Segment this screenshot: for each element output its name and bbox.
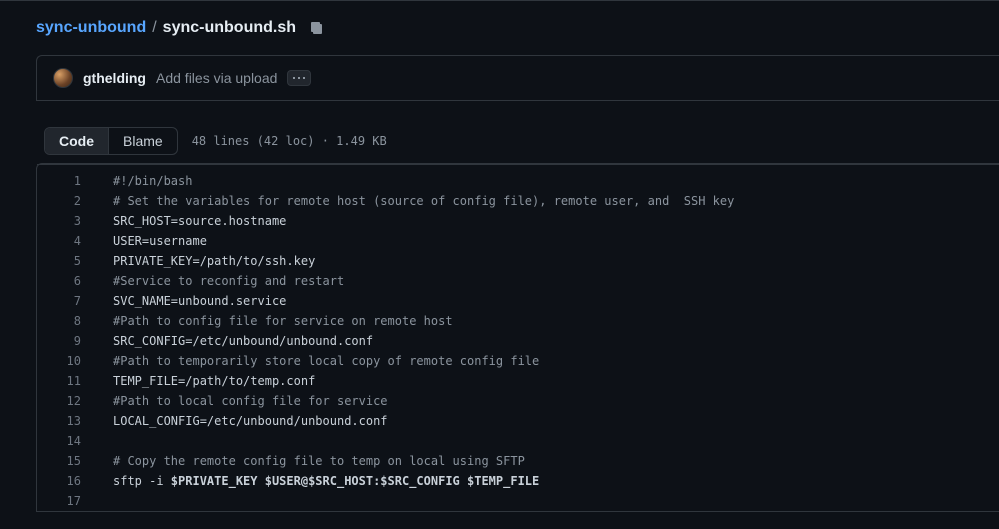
code-line[interactable]: # Copy the remote config file to temp on… xyxy=(101,451,525,471)
code-line[interactable] xyxy=(101,431,113,451)
line-number[interactable]: 17 xyxy=(37,491,101,511)
tab-code[interactable]: Code xyxy=(45,128,108,154)
line-number[interactable]: 12 xyxy=(37,391,101,411)
code-line[interactable]: #!/bin/bash xyxy=(101,171,192,191)
code-line[interactable]: # Set the variables for remote host (sou… xyxy=(101,191,734,211)
code-row: 15# Copy the remote config file to temp … xyxy=(37,451,999,471)
code-row: 5PRIVATE_KEY=/path/to/ssh.key xyxy=(37,251,999,271)
avatar[interactable] xyxy=(53,68,73,88)
code-line[interactable]: SRC_HOST=source.hostname xyxy=(101,211,286,231)
breadcrumb-separator: / xyxy=(152,19,156,37)
code-row: 7SVC_NAME=unbound.service xyxy=(37,291,999,311)
code-line[interactable] xyxy=(101,491,113,511)
line-number[interactable]: 13 xyxy=(37,411,101,431)
code-line[interactable]: USER=username xyxy=(101,231,207,251)
code-row: 8#Path to config file for service on rem… xyxy=(37,311,999,331)
code-row: 3SRC_HOST=source.hostname xyxy=(37,211,999,231)
line-number[interactable]: 6 xyxy=(37,271,101,291)
line-number[interactable]: 4 xyxy=(37,231,101,251)
code-area[interactable]: 1#!/bin/bash2# Set the variables for rem… xyxy=(37,164,999,511)
code-row: 4USER=username xyxy=(37,231,999,251)
file-info: 48 lines (42 loc) · 1.49 KB xyxy=(192,134,387,148)
code-row: 11TEMP_FILE=/path/to/temp.conf xyxy=(37,371,999,391)
code-row: 13LOCAL_CONFIG=/etc/unbound/unbound.conf xyxy=(37,411,999,431)
file-header: Code Blame 48 lines (42 loc) · 1.49 KB xyxy=(36,117,999,163)
code-row: 17 xyxy=(37,491,999,511)
line-number[interactable]: 8 xyxy=(37,311,101,331)
code-line[interactable]: SRC_CONFIG=/etc/unbound/unbound.conf xyxy=(101,331,373,351)
code-line[interactable]: #Path to local config file for service xyxy=(101,391,388,411)
code-line[interactable]: SVC_NAME=unbound.service xyxy=(101,291,286,311)
code-row: 10#Path to temporarily store local copy … xyxy=(37,351,999,371)
commit-message[interactable]: Add files via upload xyxy=(156,70,277,86)
commit-box: gthelding Add files via upload xyxy=(36,55,999,101)
ellipsis-icon xyxy=(293,76,305,80)
line-number[interactable]: 11 xyxy=(37,371,101,391)
line-number[interactable]: 5 xyxy=(37,251,101,271)
code-line[interactable]: TEMP_FILE=/path/to/temp.conf xyxy=(101,371,315,391)
line-number[interactable]: 10 xyxy=(37,351,101,371)
line-number[interactable]: 2 xyxy=(37,191,101,211)
line-number[interactable]: 9 xyxy=(37,331,101,351)
line-number[interactable]: 7 xyxy=(37,291,101,311)
commit-ellipsis-button[interactable] xyxy=(287,70,311,86)
line-number[interactable]: 1 xyxy=(37,171,101,191)
code-line[interactable]: #Service to reconfig and restart xyxy=(101,271,344,291)
breadcrumb: sync-unbound / sync-unbound.sh xyxy=(36,1,999,55)
code-row: 2# Set the variables for remote host (so… xyxy=(37,191,999,211)
copy-path-icon[interactable] xyxy=(308,20,324,36)
code-line[interactable]: #Path to temporarily store local copy of… xyxy=(101,351,539,371)
code-line[interactable]: sftp -i $PRIVATE_KEY $USER@$SRC_HOST:$SR… xyxy=(101,471,539,491)
code-row: 1#!/bin/bash xyxy=(37,171,999,191)
code-line[interactable]: PRIVATE_KEY=/path/to/ssh.key xyxy=(101,251,315,271)
line-number[interactable]: 14 xyxy=(37,431,101,451)
code-blame-tabs: Code Blame xyxy=(44,127,178,155)
code-row: 12#Path to local config file for service xyxy=(37,391,999,411)
code-box: 1#!/bin/bash2# Set the variables for rem… xyxy=(36,163,999,512)
latest-commit-bar: gthelding Add files via upload xyxy=(37,56,999,100)
code-row: 14 xyxy=(37,431,999,451)
line-number[interactable]: 15 xyxy=(37,451,101,471)
code-row: 6#Service to reconfig and restart xyxy=(37,271,999,291)
commit-author[interactable]: gthelding xyxy=(83,70,146,86)
line-number[interactable]: 3 xyxy=(37,211,101,231)
breadcrumb-filename: sync-unbound.sh xyxy=(163,19,296,37)
main-content: sync-unbound / sync-unbound.sh gthelding… xyxy=(0,1,999,512)
code-row: 9SRC_CONFIG=/etc/unbound/unbound.conf xyxy=(37,331,999,351)
line-number[interactable]: 16 xyxy=(37,471,101,491)
code-row: 16sftp -i $PRIVATE_KEY $USER@$SRC_HOST:$… xyxy=(37,471,999,491)
code-line[interactable]: #Path to config file for service on remo… xyxy=(101,311,453,331)
code-line[interactable]: LOCAL_CONFIG=/etc/unbound/unbound.conf xyxy=(101,411,388,431)
tab-blame[interactable]: Blame xyxy=(108,128,177,154)
breadcrumb-repo-link[interactable]: sync-unbound xyxy=(36,19,146,37)
